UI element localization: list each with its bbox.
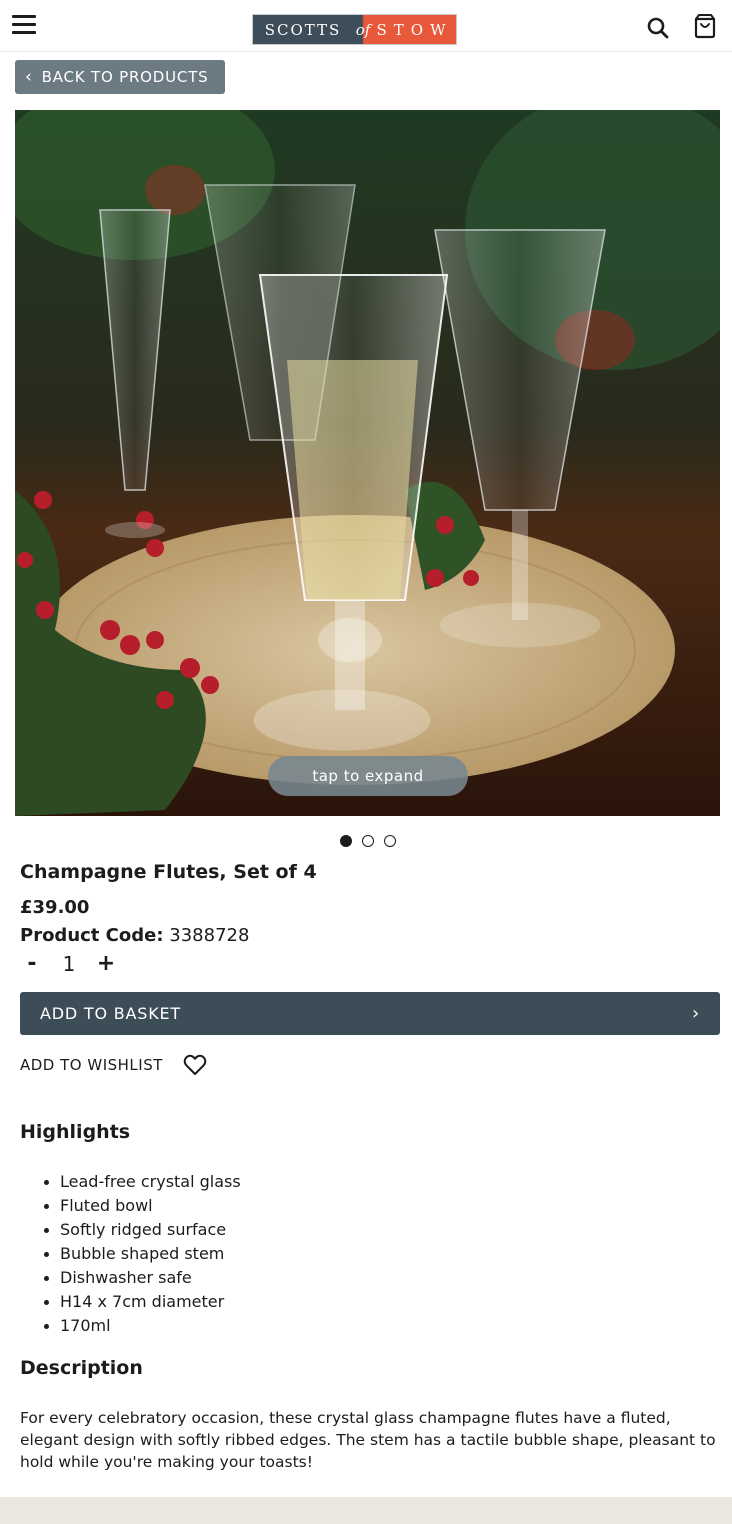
product-price: £39.00	[20, 897, 90, 918]
highlights-list: Lead-free crystal glass Fluted bowl Soft…	[42, 1170, 241, 1338]
gallery-dot-1[interactable]	[340, 835, 352, 847]
add-to-wishlist-label: ADD TO WISHLIST	[20, 1056, 163, 1074]
add-to-basket-button[interactable]: ADD TO BASKET ›	[20, 992, 720, 1035]
description-heading: Description	[20, 1357, 143, 1379]
gallery-dot-3[interactable]	[384, 835, 396, 847]
list-item: Fluted bowl	[42, 1194, 241, 1218]
product-title: Champagne Flutes, Set of 4	[20, 861, 317, 883]
list-item: Softly ridged surface	[42, 1218, 241, 1242]
logo[interactable]: SCOTTS of STOW	[252, 14, 457, 45]
description-text: For every celebratory occasion, these cr…	[20, 1409, 716, 1471]
highlights-heading: Highlights	[20, 1121, 131, 1143]
product-code-label: Product Code:	[20, 925, 164, 946]
tap-to-expand-button[interactable]: tap to expand	[268, 756, 468, 796]
quantity-increase-button[interactable]: +	[94, 951, 118, 976]
basket-icon[interactable]	[692, 13, 718, 39]
back-to-products-button[interactable]: ‹ BACK TO PRODUCTS	[15, 60, 225, 94]
search-icon[interactable]	[646, 16, 670, 40]
add-to-wishlist-button[interactable]: ADD TO WISHLIST	[20, 1054, 207, 1076]
back-button-label: BACK TO PRODUCTS	[41, 68, 209, 86]
list-item: Dishwasher safe	[42, 1266, 241, 1290]
product-code-value: 3388728	[169, 925, 250, 946]
chevron-right-icon: ›	[692, 1003, 700, 1024]
gallery-pagination	[340, 835, 396, 847]
heart-icon	[183, 1054, 207, 1075]
product-code: Product Code: 3388728	[20, 925, 249, 946]
logo-text-left: SCOTTS	[253, 15, 353, 44]
chevron-left-icon: ‹	[25, 66, 33, 87]
list-item: 170ml	[42, 1314, 241, 1338]
list-item: Bubble shaped stem	[42, 1242, 241, 1266]
site-header: SCOTTS of STOW	[0, 0, 732, 52]
footer-band	[0, 1497, 732, 1524]
list-item: H14 x 7cm diameter	[42, 1290, 241, 1314]
quantity-stepper: - 1 +	[20, 951, 118, 976]
gallery-dot-2[interactable]	[362, 835, 374, 847]
product-image[interactable]	[15, 110, 720, 816]
menu-icon[interactable]	[12, 15, 36, 37]
logo-text-of: of	[353, 15, 373, 44]
add-to-basket-label: ADD TO BASKET	[40, 1004, 181, 1023]
quantity-decrease-button[interactable]: -	[20, 951, 44, 976]
list-item: Lead-free crystal glass	[42, 1170, 241, 1194]
logo-text-right: STOW	[373, 15, 456, 44]
quantity-value[interactable]: 1	[44, 952, 94, 976]
